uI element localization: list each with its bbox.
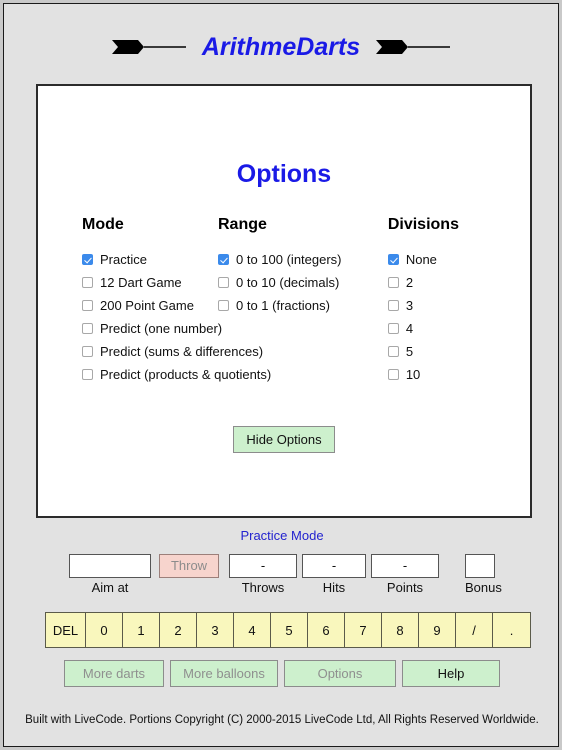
checkbox-row-mode-practice[interactable]: Practice [82, 248, 218, 271]
column-heading-divisions: Divisions [387, 216, 459, 233]
checkbox-row-range-fractions[interactable]: 0 to 1 (fractions) [218, 294, 388, 317]
key-1[interactable]: 1 [123, 613, 160, 647]
checkbox-label-divisions-4: 4 [405, 321, 414, 336]
stats-row: Aim at Throw - Throws - Hits - Points Bo… [4, 554, 558, 596]
checkbox-mode-predict-one-number[interactable] [82, 323, 93, 334]
help-button[interactable]: Help [402, 660, 500, 687]
key-0[interactable]: 0 [86, 613, 123, 647]
column-heading-mode: Mode [82, 216, 124, 233]
bonus-group: Bonus [465, 554, 502, 595]
throws-value: - [229, 554, 297, 578]
checkbox-divisions-4[interactable] [387, 323, 399, 334]
throws-group: - Throws [229, 554, 297, 595]
checkbox-row-mode-200-point-game[interactable]: 200 Point Game [82, 294, 218, 317]
options-column-divisions: Divisions None 2 3 4 5 10 [387, 216, 530, 386]
key-5[interactable]: 5 [271, 613, 308, 647]
options-column-mode: Mode Practice 12 Dart Game 200 Point Gam… [38, 216, 271, 386]
aim-at-input[interactable] [69, 554, 151, 578]
footer-credits: Built with LiveCode. Portions Copyright … [25, 714, 539, 726]
checkbox-label-divisions-3: 3 [405, 298, 414, 313]
checkbox-divisions-10[interactable] [387, 369, 399, 380]
key-8[interactable]: 8 [382, 613, 419, 647]
checkbox-row-divisions-none[interactable]: None [387, 248, 530, 271]
throw-button[interactable]: Throw [159, 554, 219, 578]
options-panel: Options Mode Practice 12 Dart Game 200 P… [36, 84, 532, 518]
checkbox-mode-practice[interactable] [82, 254, 93, 265]
checkbox-row-range-integers[interactable]: 0 to 100 (integers) [218, 248, 388, 271]
key-2[interactable]: 2 [160, 613, 197, 647]
checkbox-row-mode-12-dart-game[interactable]: 12 Dart Game [82, 271, 218, 294]
aim-at-group: Aim at [69, 554, 151, 595]
hits-value: - [302, 554, 366, 578]
throws-label: Throws [241, 580, 285, 595]
throw-group: Throw [159, 554, 219, 578]
checkbox-divisions-5[interactable] [387, 346, 399, 357]
column-heading-range: Range [218, 216, 267, 233]
current-mode-label: Practice Mode [240, 528, 324, 543]
key-7[interactable]: 7 [345, 613, 382, 647]
checkbox-mode-12-dart-game[interactable] [82, 277, 93, 288]
dart-arrow-icon-left [110, 37, 188, 57]
points-label: Points [386, 580, 424, 595]
more-balloons-button[interactable]: More balloons [170, 660, 278, 687]
checkbox-label-divisions-5: 5 [405, 344, 414, 359]
checkbox-label-mode-200-point-game: 200 Point Game [100, 298, 194, 313]
checkbox-mode-predict-sums-differences[interactable] [82, 346, 93, 357]
checkbox-row-divisions-4[interactable]: 4 [387, 317, 530, 340]
points-value: - [371, 554, 439, 578]
checkbox-row-divisions-3[interactable]: 3 [387, 294, 530, 317]
checkbox-row-range-decimals[interactable]: 0 to 10 (decimals) [218, 271, 388, 294]
checkbox-range-decimals[interactable] [218, 277, 229, 288]
page-title: ArithmeDarts [201, 32, 361, 61]
checkbox-row-mode-predict-sums-differences[interactable]: Predict (sums & differences) [82, 340, 263, 363]
checkbox-label-divisions-none: None [405, 252, 437, 267]
key-del[interactable]: DEL [46, 613, 86, 647]
checkbox-row-mode-predict-products-quotients[interactable]: Predict (products & quotients) [82, 363, 271, 386]
checkbox-row-divisions-10[interactable]: 10 [387, 363, 530, 386]
checkbox-row-divisions-5[interactable]: 5 [387, 340, 530, 363]
options-column-range: Range 0 to 100 (integers) 0 to 10 (decim… [218, 216, 388, 386]
number-keypad: DEL 0 1 2 3 4 5 6 7 8 9 / . [45, 612, 531, 648]
bottom-button-row: More darts More balloons Options Help [4, 660, 558, 687]
hits-group: - Hits [302, 554, 366, 595]
checkbox-label-divisions-10: 10 [405, 367, 421, 382]
app-window: ArithmeDarts Options Mode Practice 12 Da… [3, 3, 559, 747]
key-6[interactable]: 6 [308, 613, 345, 647]
key-decimal-point[interactable]: . [493, 613, 530, 647]
options-button[interactable]: Options [284, 660, 396, 687]
checkbox-label-mode-practice: Practice [100, 252, 147, 267]
checkbox-label-mode-predict-one-number: Predict (one number) [100, 321, 223, 336]
options-heading: Options [236, 160, 332, 188]
hide-options-container: Hide Options [38, 426, 530, 453]
checkbox-label-mode-12-dart-game: 12 Dart Game [100, 275, 182, 290]
points-group: - Points [371, 554, 439, 595]
checkbox-range-fractions[interactable] [218, 300, 229, 311]
key-3[interactable]: 3 [197, 613, 234, 647]
checkbox-label-range-decimals: 0 to 10 (decimals) [236, 275, 340, 290]
checkbox-label-range-integers: 0 to 100 (integers) [236, 252, 342, 267]
aim-at-label: Aim at [91, 580, 129, 595]
checkbox-divisions-2[interactable] [387, 277, 399, 288]
checkbox-row-divisions-2[interactable]: 2 [387, 271, 530, 294]
checkbox-mode-predict-products-quotients[interactable] [82, 369, 93, 380]
checkbox-label-divisions-2: 2 [405, 275, 414, 290]
more-darts-button[interactable]: More darts [64, 660, 164, 687]
checkbox-range-integers[interactable] [218, 254, 229, 265]
checkbox-mode-200-point-game[interactable] [82, 300, 93, 311]
key-9[interactable]: 9 [419, 613, 456, 647]
checkbox-divisions-none[interactable] [387, 254, 399, 265]
checkbox-divisions-3[interactable] [387, 300, 399, 311]
dart-arrow-icon-right [374, 37, 452, 57]
options-columns: Mode Practice 12 Dart Game 200 Point Gam… [38, 216, 530, 386]
key-4[interactable]: 4 [234, 613, 271, 647]
bonus-label: Bonus [465, 580, 502, 595]
hits-label: Hits [322, 580, 346, 595]
bonus-value [465, 554, 495, 578]
checkbox-row-mode-predict-one-number[interactable]: Predict (one number) [82, 317, 222, 340]
app-header: ArithmeDarts [4, 26, 558, 68]
key-divide[interactable]: / [456, 613, 493, 647]
checkbox-label-range-fractions: 0 to 1 (fractions) [236, 298, 330, 313]
hide-options-button[interactable]: Hide Options [233, 426, 335, 453]
